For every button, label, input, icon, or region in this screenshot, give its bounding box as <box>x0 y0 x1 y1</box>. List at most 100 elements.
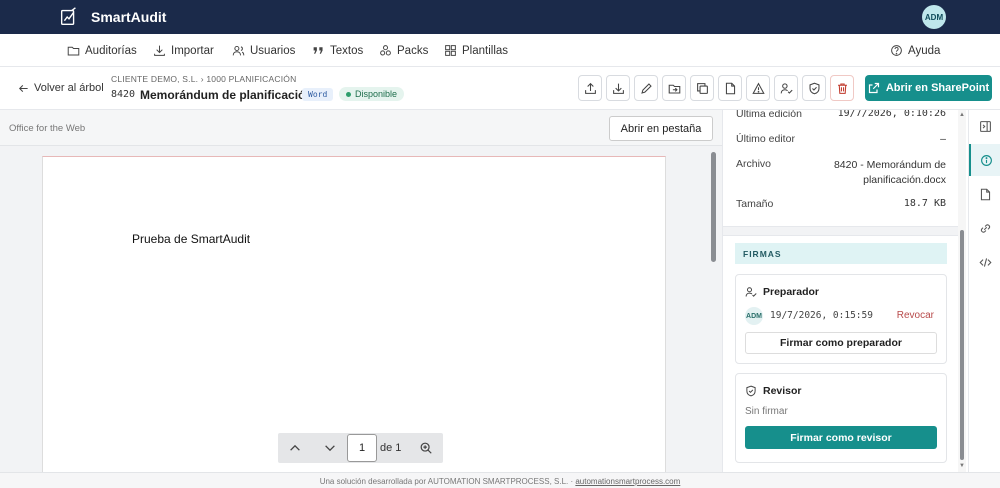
top-bar: SmartAudit ADM <box>0 0 1000 34</box>
revisor-card: Revisor Sin firmar Firmar como revisor <box>735 373 947 463</box>
document-text[interactable]: Prueba de SmartAudit <box>132 232 250 246</box>
external-link-icon <box>868 82 879 94</box>
viewer-toolbar: Office for the Web Abrir en pestaña <box>0 110 722 146</box>
breadcrumb[interactable]: CLIENTE DEMO, S.L. › 1000 PLANIFICACIÓN <box>111 74 296 84</box>
page-number-input[interactable]: 1 <box>347 434 377 462</box>
nav-label: Packs <box>397 44 429 57</box>
packs-icon <box>380 45 391 56</box>
warning-button[interactable] <box>746 75 770 101</box>
file-label: Archivo <box>736 158 772 170</box>
shield-icon <box>809 82 819 94</box>
sign-preparer-button[interactable]: Firmar como preparador <box>745 332 937 354</box>
download-icon <box>154 45 165 56</box>
nav-usuarios[interactable]: Usuarios <box>232 44 295 57</box>
nav-importar[interactable]: Importar <box>153 44 214 57</box>
main-nav: Auditorías Importar Usuarios Textos Pack… <box>0 34 1000 67</box>
arrow-left-icon <box>18 84 28 92</box>
code-icon <box>978 257 992 267</box>
shield-icon <box>746 385 756 397</box>
rail-file[interactable] <box>969 178 1000 210</box>
nav-textos[interactable]: Textos <box>312 44 363 57</box>
copy-icon <box>696 82 708 94</box>
page-navigator: 1 de 1 <box>278 433 443 463</box>
panel-collapse-icon <box>979 120 991 132</box>
open-sharepoint-button[interactable]: Abrir en SharePoint <box>865 75 992 101</box>
document-viewer: Office for the Web Abrir en pestaña Prue… <box>0 110 722 476</box>
logo-icon <box>60 7 76 26</box>
rail-collapse[interactable] <box>969 110 1000 142</box>
footer-text: Una solución desarrollada por AUTOMATION… <box>319 477 574 486</box>
file-icon <box>725 82 735 94</box>
chevron-down-icon[interactable] <box>323 441 337 455</box>
chevron-up-icon[interactable] <box>288 441 302 455</box>
scroll-up-icon[interactable]: ▲ <box>959 112 965 118</box>
zoom-in-icon[interactable] <box>419 441 433 455</box>
folder-icon <box>67 46 80 56</box>
status-label: Disponible <box>355 89 398 99</box>
side-rail <box>968 110 1000 472</box>
type-badge: Word <box>302 88 334 101</box>
quote-icon <box>313 47 323 54</box>
sign-reviewer-button[interactable]: Firmar como revisor <box>745 426 937 449</box>
brand-name[interactable]: SmartAudit <box>91 9 166 25</box>
nav-label: Importar <box>171 44 214 57</box>
info-icon <box>980 154 992 166</box>
warning-icon <box>751 82 765 94</box>
last-editor-label: Último editor <box>736 133 795 145</box>
rail-code[interactable] <box>969 246 1000 278</box>
delete-button[interactable] <box>830 75 854 101</box>
viewer-scrollbar[interactable] <box>711 152 716 262</box>
user-check-icon <box>745 287 757 297</box>
download-button[interactable] <box>606 75 630 101</box>
open-sharepoint-label: Abrir en SharePoint <box>885 82 990 94</box>
signer-avatar: ADM <box>745 307 763 325</box>
file-icon <box>980 188 990 200</box>
status-badge: Disponible <box>339 87 405 101</box>
shield-button[interactable] <box>802 75 826 101</box>
nav-label: Ayuda <box>908 44 941 57</box>
trash-icon <box>837 83 847 94</box>
scroll-down-icon[interactable]: ▼ <box>959 463 965 469</box>
nav-label: Textos <box>330 44 364 57</box>
nav-plantillas[interactable]: Plantillas <box>444 44 508 57</box>
download-icon <box>612 83 624 94</box>
nav-label: Plantillas <box>462 44 509 57</box>
preparador-card: Preparador ADM 19/7/2026, 0:15:59 Revoca… <box>735 274 947 364</box>
panel-scrollbar[interactable] <box>960 230 964 460</box>
document-header: Volver al árbol CLIENTE DEMO, S.L. › 100… <box>0 67 1000 110</box>
user-avatar[interactable]: ADM <box>922 5 946 29</box>
rail-info[interactable] <box>969 144 1000 176</box>
size-value: 18.7 KB <box>903 198 946 209</box>
edit-icon <box>640 82 652 94</box>
users-icon <box>232 45 245 56</box>
section-divider <box>723 226 958 236</box>
footer: Una solución desarrollada por AUTOMATION… <box>0 472 1000 488</box>
copy-button[interactable] <box>690 75 714 101</box>
footer-link[interactable]: automationsmartprocess.com <box>575 477 680 486</box>
upload-icon <box>584 82 596 94</box>
nav-ayuda[interactable]: Ayuda <box>890 44 940 57</box>
preparador-title: Preparador <box>763 286 820 298</box>
status-dot <box>346 91 351 97</box>
link-icon <box>980 223 990 233</box>
upload-button[interactable] <box>578 75 602 101</box>
size-label: Tamaño <box>736 198 774 210</box>
file-value: 8420 - Memorándum de planificación.docx <box>833 159 946 186</box>
revisor-title: Revisor <box>763 385 802 397</box>
preparador-date: 19/7/2026, 0:15:59 <box>770 310 873 321</box>
document-page[interactable]: Prueba de SmartAudit <box>42 156 666 476</box>
revoke-button[interactable]: Revocar <box>897 310 934 321</box>
page-total: de 1 <box>380 442 402 454</box>
back-label: Volver al árbol <box>34 82 104 94</box>
nav-auditorias[interactable]: Auditorías <box>67 44 137 57</box>
edit-button[interactable] <box>634 75 658 101</box>
file-button[interactable] <box>718 75 742 101</box>
move-button[interactable] <box>662 75 686 101</box>
grid-icon <box>445 45 456 56</box>
back-button[interactable]: Volver al árbol <box>18 82 104 94</box>
move-folder-icon <box>668 84 680 93</box>
rail-link[interactable] <box>969 212 1000 244</box>
assign-user-button[interactable] <box>774 75 798 101</box>
nav-packs[interactable]: Packs <box>379 44 428 57</box>
open-in-tab-button[interactable]: Abrir en pestaña <box>609 116 713 141</box>
